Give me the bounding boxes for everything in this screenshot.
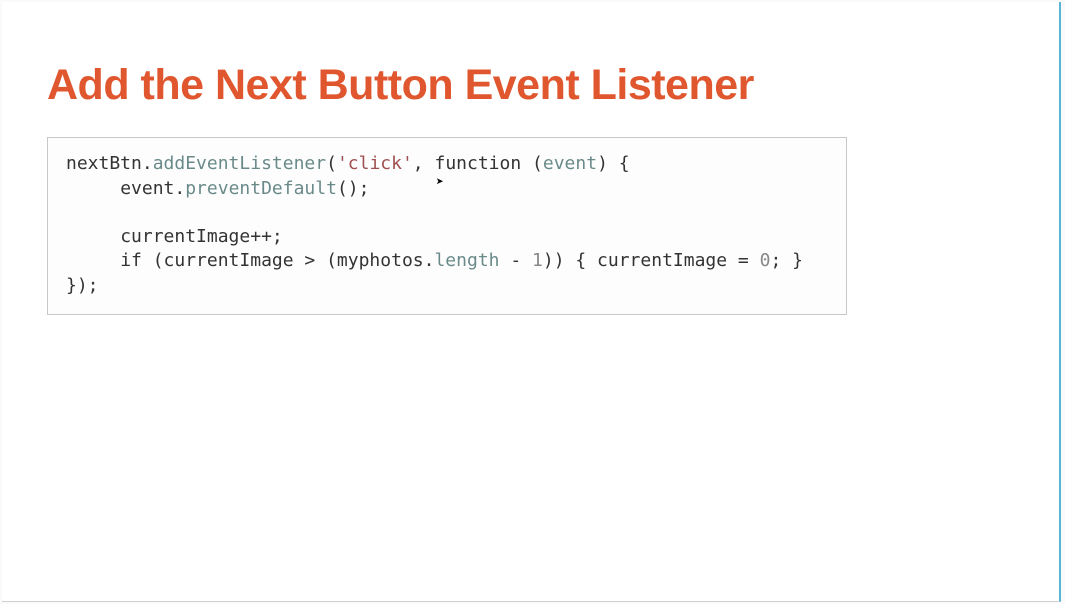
cursor-icon: ➤ (436, 174, 444, 192)
code-number: 0 (760, 250, 771, 271)
code-text: ( (521, 153, 543, 174)
code-text: currentImage++; (120, 226, 283, 247)
code-property: length (434, 250, 499, 271)
code-text: ) { (597, 153, 630, 174)
code-text: - (500, 250, 533, 271)
code-text: ; } (770, 250, 803, 271)
slide-container: Add the Next Button Event Listener nextB… (2, 2, 1061, 602)
code-text: )) { currentImage = (543, 250, 760, 271)
code-text: if (currentImage > (myphotos. (120, 250, 434, 271)
code-text: , (413, 153, 435, 174)
code-number: 1 (532, 250, 543, 271)
code-text: ( (326, 153, 337, 174)
code-text: }); (66, 275, 99, 296)
code-keyword: function (434, 153, 521, 174)
code-indent (66, 226, 120, 247)
code-param: event (543, 153, 597, 174)
code-indent (66, 178, 120, 199)
code-block: nextBtn.addEventListener('click', functi… (47, 137, 847, 315)
code-text: (); (337, 178, 370, 199)
code-method: addEventListener (153, 153, 326, 174)
code-text: event. (120, 178, 185, 199)
code-text: nextBtn. (66, 153, 153, 174)
code-indent (66, 250, 120, 271)
code-method: preventDefault (185, 178, 337, 199)
code-string: 'click' (337, 153, 413, 174)
slide-title: Add the Next Button Event Listener (47, 62, 1019, 109)
